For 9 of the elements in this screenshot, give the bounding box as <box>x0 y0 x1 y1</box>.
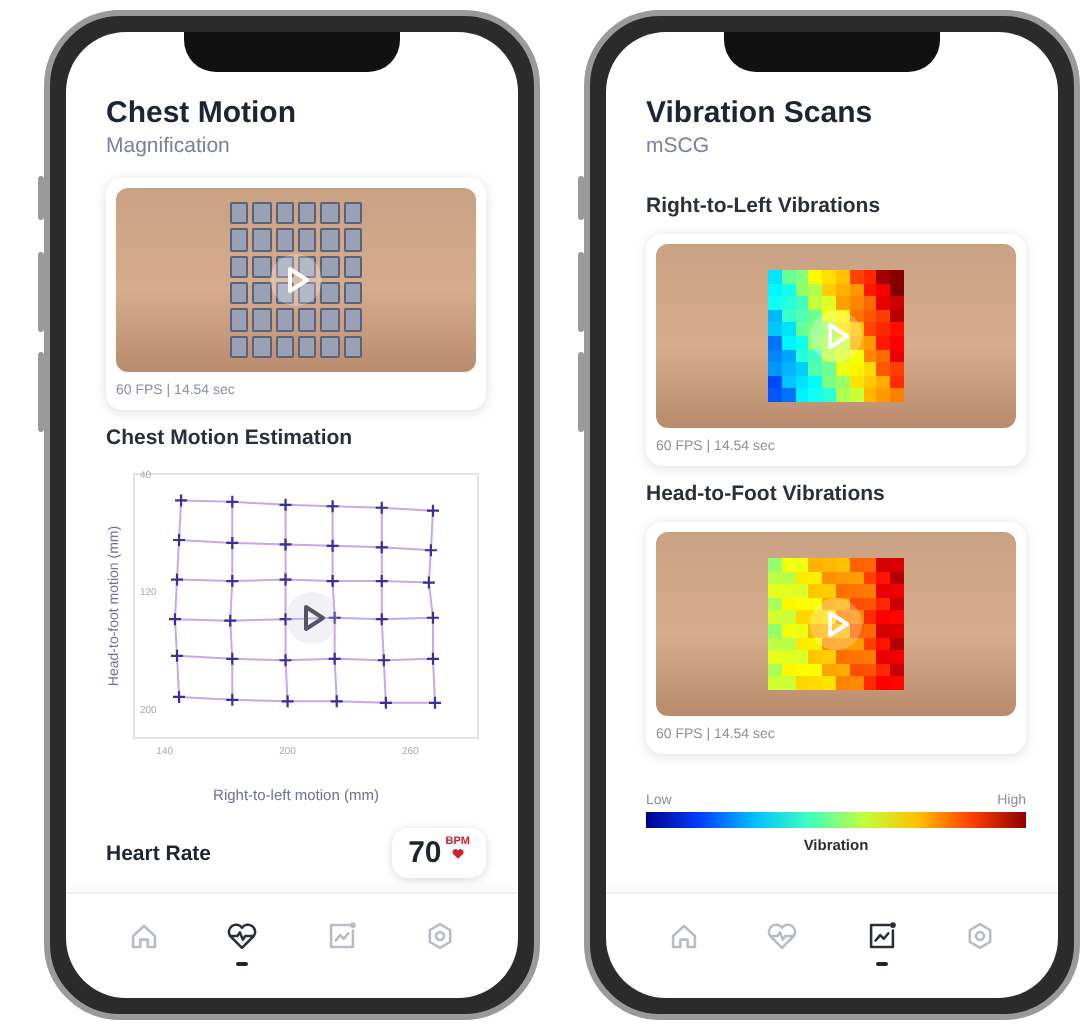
screen-subtitle: Magnification <box>106 134 232 158</box>
heart-rate-value: 70 <box>408 836 442 870</box>
screen-subtitle: mSCG <box>646 134 711 158</box>
screen-title: Vibration Scans <box>646 96 875 130</box>
screen-title: Chest Motion <box>106 96 298 130</box>
metric-label: Heart Rate <box>106 841 212 865</box>
section-heading: Right-to-Left Vibrations <box>646 194 883 218</box>
section-heading: Head-to-Foot Vibrations <box>646 482 887 506</box>
section-heading: Chest Motion Estimation <box>106 426 355 450</box>
